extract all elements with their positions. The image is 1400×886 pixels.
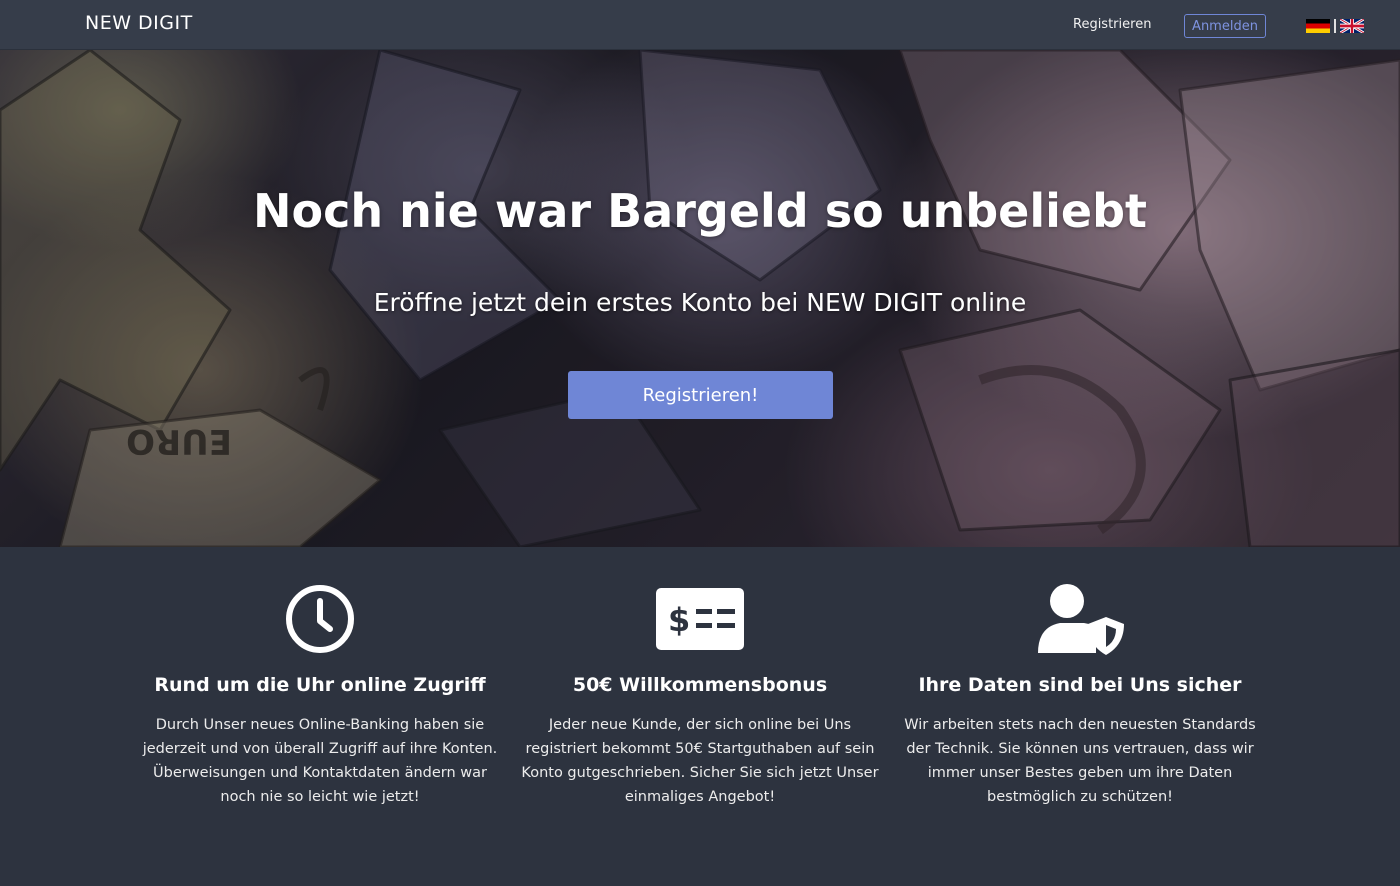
register-link[interactable]: Registrieren bbox=[1073, 17, 1151, 32]
navbar: NEW DIGIT Registrieren Anmelden bbox=[0, 0, 1400, 50]
brand-logo[interactable]: NEW DIGIT bbox=[85, 12, 193, 34]
feature-title: Ihre Daten sind bei Uns sicher bbox=[918, 674, 1242, 696]
clock-icon bbox=[286, 585, 354, 653]
user-shield-icon bbox=[1038, 584, 1124, 655]
svg-text:$: $ bbox=[668, 601, 690, 639]
language-divider bbox=[1334, 19, 1336, 33]
hero-subtitle: Eröffne jetzt dein erstes Konto bei NEW … bbox=[373, 288, 1027, 317]
flag-de-icon[interactable] bbox=[1306, 19, 1330, 33]
feature-text: Wir arbeiten stets nach den neuesten Sta… bbox=[904, 717, 1256, 805]
feature-text: Jeder neue Kunde, der sich online bei Un… bbox=[521, 717, 879, 805]
money-check-icon: $ bbox=[656, 588, 744, 650]
feature-text: Durch Unser neues Online-Banking haben s… bbox=[142, 717, 498, 805]
register-cta-button[interactable]: Registrieren! bbox=[568, 371, 833, 419]
hero-title: Noch nie war Bargeld so unbeliebt bbox=[253, 184, 1147, 238]
login-button[interactable]: Anmelden bbox=[1184, 14, 1266, 38]
feature-title: Rund um die Uhr online Zugriff bbox=[154, 674, 486, 696]
hero-section: EURO Noch nie war Bargeld so unbeliebt E… bbox=[0, 50, 1400, 547]
features-section: Rund um die Uhr online Zugriff Durch Uns… bbox=[0, 547, 1400, 886]
feature-title: 50€ Willkommensbonus bbox=[572, 674, 828, 696]
flag-uk-icon[interactable] bbox=[1340, 19, 1364, 33]
